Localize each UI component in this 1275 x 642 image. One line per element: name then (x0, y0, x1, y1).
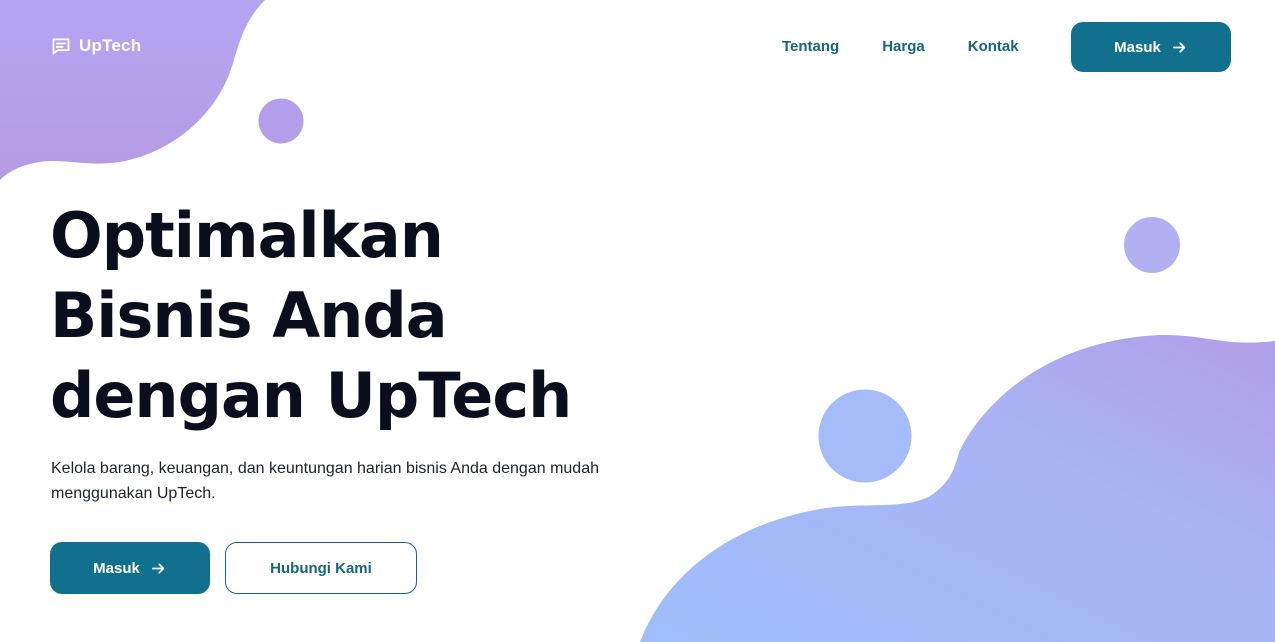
small-purple-circle (258, 98, 304, 144)
contact-us-button[interactable]: Hubungi Kami (225, 542, 417, 594)
hero-login-label: Masuk (93, 559, 140, 577)
arrow-right-icon (1171, 39, 1188, 56)
nav-link-tentang[interactable]: Tentang (782, 37, 839, 57)
nav-link-kontak[interactable]: Kontak (968, 37, 1019, 57)
contact-us-label: Hubungi Kami (270, 559, 372, 577)
nav-login-button[interactable]: Masuk (1071, 22, 1231, 72)
hero-login-button[interactable]: Masuk (50, 542, 210, 594)
nav-login-label: Masuk (1114, 38, 1161, 56)
hero-title-line-2: Bisnis Anda (50, 279, 448, 352)
arrow-right-icon (150, 560, 167, 577)
nav-links: Tentang Harga Kontak (782, 37, 1019, 57)
brand-logo[interactable]: UpTech (51, 36, 141, 56)
blue-circle (818, 389, 912, 483)
brand-name: UpTech (79, 36, 142, 55)
message-square-icon (51, 36, 71, 56)
nav-link-harga[interactable]: Harga (882, 37, 925, 57)
navbar: UpTech Tentang Harga Kontak Masuk (0, 0, 1275, 95)
bottom-right-blob (640, 334, 1275, 642)
hero-description: Kelola barang, keuangan, dan keuntungan … (51, 460, 599, 502)
right-purple-circle (1124, 217, 1180, 273)
hero-title: Optimalkan Bisnis Anda dengan UpTech (50, 196, 690, 436)
hero-title-line-3: dengan UpTech (50, 359, 572, 432)
hero-title-line-1: Optimalkan (50, 199, 444, 272)
